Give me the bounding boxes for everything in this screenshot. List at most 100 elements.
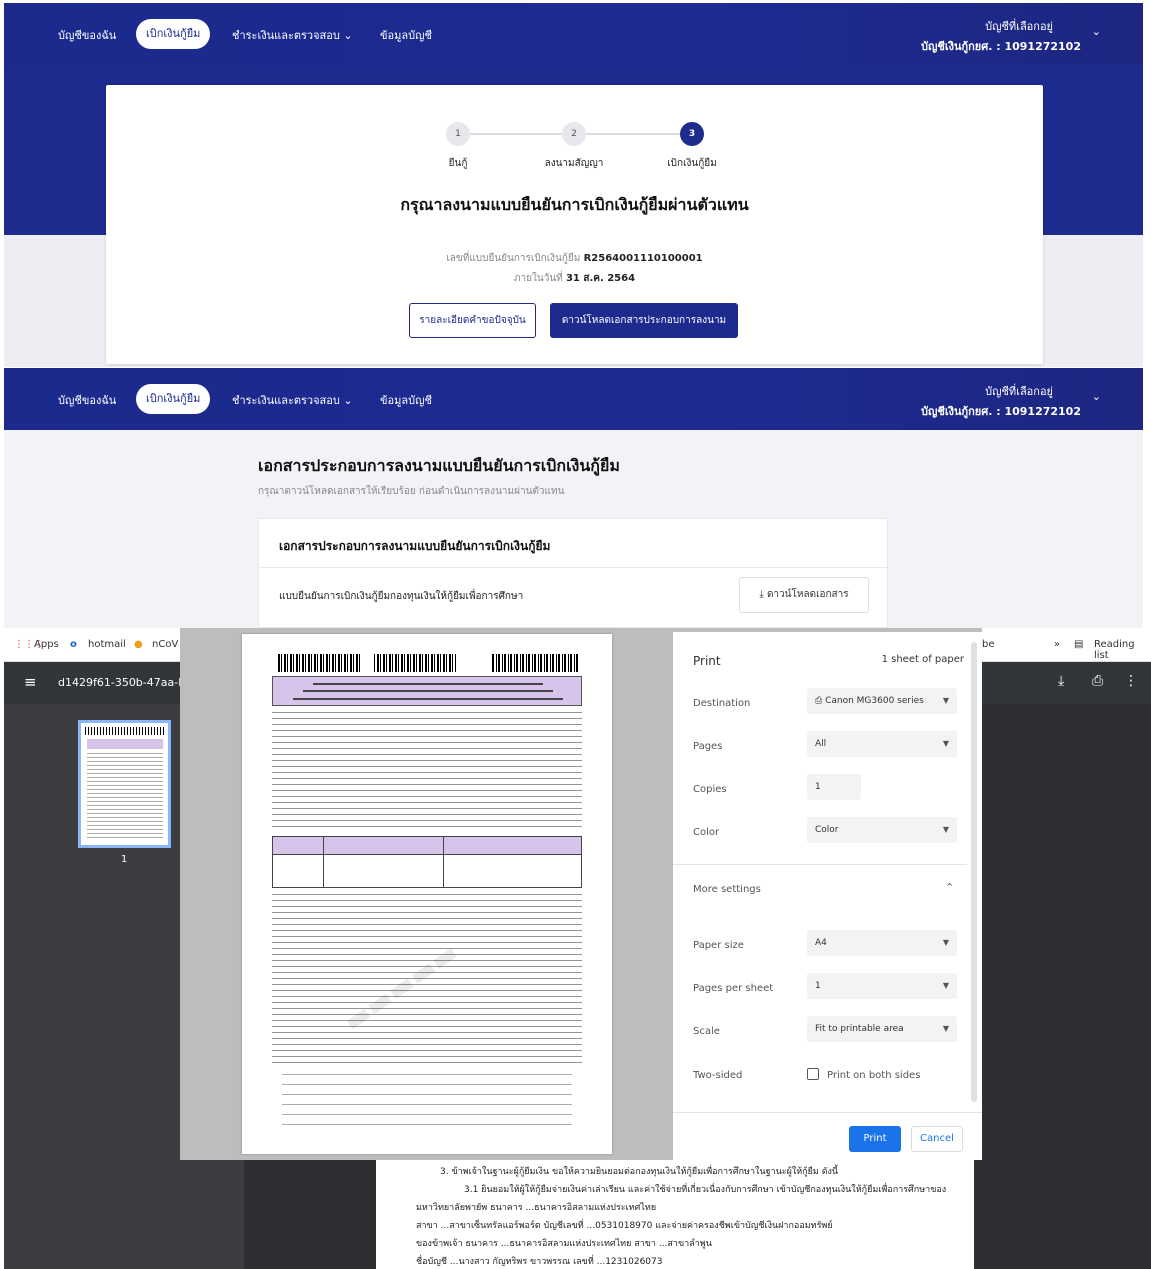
text-lines-graphic bbox=[87, 753, 163, 841]
destination-select[interactable]: ⎙ Canon MG3600 series ▼ bbox=[807, 688, 957, 714]
account-number: บัญชีเงินกู้กยศ. : 1091272102 bbox=[921, 40, 1081, 53]
documents-section: บัญชีของฉัน เบิกเงินกู้ยืม ชำระเงินและตร… bbox=[4, 368, 1143, 628]
bookmark-apps[interactable]: Apps bbox=[34, 639, 59, 650]
more-settings-toggle[interactable]: More settings bbox=[693, 884, 761, 895]
more-options-icon[interactable]: ⋮ bbox=[1124, 673, 1138, 689]
nav-account-info[interactable]: ข้อมูลบัญชี bbox=[380, 26, 432, 44]
reading-list-icon[interactable]: ▤ bbox=[1074, 639, 1083, 650]
two-sided-option-label: Print on both sides bbox=[827, 1070, 921, 1081]
due-date-line: ภายในวันที่ 31 ส.ค. 2564 bbox=[106, 271, 1043, 286]
two-sided-checkbox[interactable] bbox=[807, 1068, 819, 1080]
step-1-circle: 1 bbox=[446, 122, 470, 146]
divider bbox=[673, 1112, 982, 1113]
chevron-down-icon: ⌄ bbox=[343, 29, 353, 42]
settings-scrollbar[interactable] bbox=[971, 642, 977, 1102]
destination-value: Canon MG3600 series bbox=[825, 696, 924, 706]
divider bbox=[673, 864, 967, 865]
header-text-line bbox=[303, 690, 553, 692]
step-2-circle: 2 bbox=[562, 122, 586, 146]
pages-label: Pages bbox=[693, 741, 723, 752]
document-row-label: แบบยืนยันการเบิกเงินกู้ยืมกองทุนเงินให้ก… bbox=[279, 591, 524, 602]
paper-size-label: Paper size bbox=[693, 940, 744, 951]
color-select[interactable]: Color ▼ bbox=[807, 817, 957, 843]
print-preview-page: ▬▬▬▬▬ bbox=[242, 634, 612, 1154]
doc-text-line: ชื่อบัญชี ...นางสาว กัญทริพร ขาวพรรณ เลข… bbox=[416, 1257, 663, 1267]
nav-payment-check[interactable]: ชำระเงินและตรวจสอบ ⌄ bbox=[232, 391, 353, 409]
due-date: 31 ส.ค. 2564 bbox=[565, 273, 636, 284]
documents-card: เอกสารประกอบการลงนามแบบยืนยันการเบิกเงิน… bbox=[258, 518, 888, 628]
sheet-count: 1 sheet of paper bbox=[881, 654, 964, 665]
printer-icon: ⎙ bbox=[815, 696, 823, 706]
print-button[interactable]: Print bbox=[849, 1126, 901, 1152]
scale-select[interactable]: Fit to printable area ▼ bbox=[807, 1016, 957, 1042]
copies-label: Copies bbox=[693, 784, 727, 795]
step-3-circle: 3 bbox=[680, 122, 704, 146]
form-number-line: เลขที่แบบยืนยันการเบิกเงินกู้ยืม R256400… bbox=[106, 251, 1043, 266]
documents-subtitle: กรุณาดาวน์โหลดเอกสารให้เรียบร้อย ก่อนดำเ… bbox=[258, 486, 565, 497]
step-3-label: เบิกเงินกู้ยืม bbox=[667, 158, 717, 169]
copies-input[interactable]: 1 bbox=[807, 774, 861, 800]
download-icon[interactable]: ⤓ bbox=[1058, 673, 1064, 689]
nav-my-account[interactable]: บัญชีของฉัน bbox=[58, 391, 116, 409]
doc-text-line: สาขา ...สาขาเซ็นทรัลแอร์พอร์ต บัญชีเลขที… bbox=[416, 1221, 833, 1231]
signature-lines-graphic bbox=[282, 1074, 572, 1134]
nav-payment-label: ชำระเงินและตรวจสอบ bbox=[232, 29, 340, 42]
color-value: Color bbox=[815, 825, 839, 835]
nav-account-info[interactable]: ข้อมูลบัญชี bbox=[380, 391, 432, 409]
form-number: R2564001110100001 bbox=[583, 253, 703, 264]
outlook-icon: o bbox=[70, 639, 77, 650]
table-divider bbox=[443, 837, 444, 887]
ncov-icon: ● bbox=[134, 639, 143, 650]
bookmark-hotmail[interactable]: hotmail bbox=[88, 639, 126, 650]
browser-print-section: ⋮⋮⋮ Apps o hotmail ● nCoV be » ▤ Reading… bbox=[4, 628, 1151, 1269]
account-chevron-icon[interactable]: ⌄ bbox=[1092, 390, 1101, 403]
header-text-line bbox=[313, 683, 543, 685]
bookmark-ncov[interactable]: nCoV bbox=[152, 639, 178, 650]
reading-list-label[interactable]: Reading list bbox=[1094, 639, 1151, 661]
pdf-page-background: 3. ข้าพเจ้าในฐานะผู้กู้ยืมเงิน ขอให้ความ… bbox=[376, 1160, 974, 1269]
nav-disbursement[interactable]: เบิกเงินกู้ยืม bbox=[136, 19, 211, 49]
step-2-label: ลงนามสัญญา bbox=[544, 158, 604, 169]
account-selected-label: บัญชีที่เลือกอยู่ bbox=[985, 20, 1053, 33]
nav-disbursement[interactable]: เบิกเงินกู้ยืม bbox=[136, 384, 211, 414]
page-thumbnail[interactable] bbox=[78, 720, 171, 848]
pages-select[interactable]: All ▼ bbox=[807, 731, 957, 757]
barcode-graphic bbox=[492, 654, 580, 672]
menu-icon[interactable]: ≡ bbox=[24, 673, 37, 691]
copies-value: 1 bbox=[815, 782, 821, 792]
pages-per-sheet-value: 1 bbox=[815, 981, 821, 991]
divider bbox=[259, 567, 887, 568]
stepper-line bbox=[470, 133, 572, 135]
scale-value: Fit to printable area bbox=[815, 1024, 904, 1034]
destination-label: Destination bbox=[693, 698, 751, 709]
nav-my-account[interactable]: บัญชีของฉัน bbox=[58, 26, 116, 44]
account-chevron-icon[interactable]: ⌄ bbox=[1092, 25, 1101, 38]
nav-payment-check[interactable]: ชำระเงินและตรวจสอบ ⌄ bbox=[232, 26, 353, 44]
dropdown-caret-icon: ▼ bbox=[942, 825, 949, 834]
chevron-up-icon[interactable]: ⌃ bbox=[945, 881, 954, 894]
download-signing-docs-button[interactable]: ดาวน์โหลดเอกสารประกอบการลงนาม bbox=[550, 303, 738, 338]
stepper-line bbox=[586, 133, 688, 135]
dropdown-caret-icon: ▼ bbox=[942, 938, 949, 947]
request-detail-button[interactable]: รายละเอียดคำขอปัจจุบัน bbox=[409, 303, 536, 338]
dropdown-caret-icon: ▼ bbox=[942, 696, 949, 705]
documents-title: เอกสารประกอบการลงนามแบบยืนยันการเบิกเงิน… bbox=[258, 456, 620, 475]
account-selected-label: บัญชีที่เลือกอยู่ bbox=[985, 385, 1053, 398]
paper-size-value: A4 bbox=[815, 938, 827, 948]
cancel-button[interactable]: Cancel bbox=[911, 1126, 963, 1152]
print-icon[interactable]: ⎙ bbox=[1092, 673, 1103, 689]
pages-per-sheet-select[interactable]: 1 ▼ bbox=[807, 973, 957, 999]
chevron-down-icon: ⌄ bbox=[343, 394, 353, 407]
doc-text-line: ของข้าพเจ้า ธนาคาร ...ธนาคารอิสลามแห่งปร… bbox=[416, 1239, 712, 1249]
download-document-button[interactable]: ⤓ ดาวน์โหลดเอกสาร bbox=[739, 577, 869, 613]
table-header-graphic bbox=[273, 837, 581, 855]
download-document-label: ดาวน์โหลดเอกสาร bbox=[766, 589, 849, 600]
bookmark-overflow-text: be bbox=[982, 639, 995, 650]
more-bookmarks-icon[interactable]: » bbox=[1054, 639, 1060, 650]
text-lines-graphic bbox=[272, 712, 582, 832]
dropdown-caret-icon: ▼ bbox=[942, 1024, 949, 1033]
paper-size-select[interactable]: A4 ▼ bbox=[807, 930, 957, 956]
print-settings-panel: Print 1 sheet of paper Destination ⎙ Can… bbox=[673, 632, 982, 1160]
pages-per-sheet-label: Pages per sheet bbox=[693, 983, 774, 994]
print-dialog: ▬▬▬▬▬ Print 1 sheet of paper Destination… bbox=[180, 628, 982, 1160]
